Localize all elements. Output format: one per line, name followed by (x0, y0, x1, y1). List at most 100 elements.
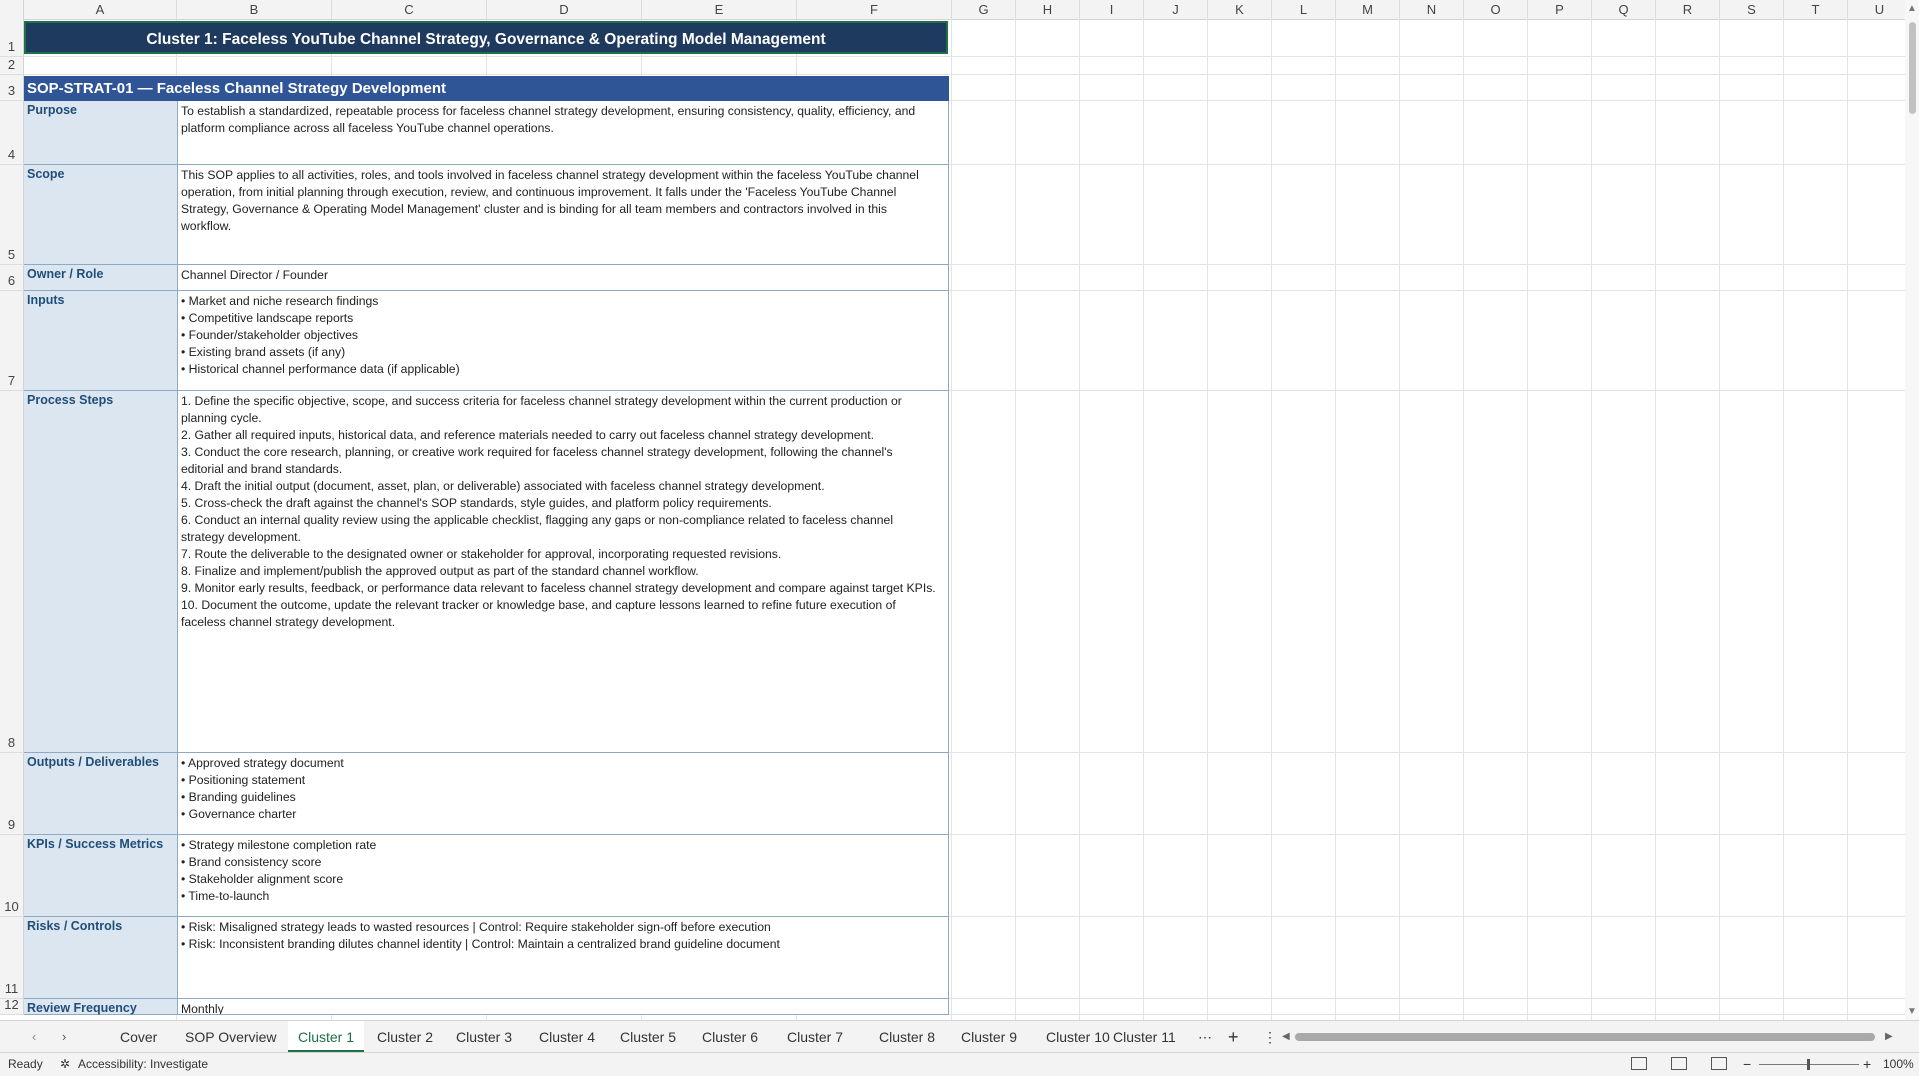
section-label[interactable]: Risks / Controls (24, 917, 178, 999)
row-number: 9 (7, 817, 16, 832)
row-header-9[interactable]: 9 (0, 753, 24, 835)
section-label[interactable]: KPIs / Success Metrics (24, 835, 178, 917)
section-content[interactable]: 1. Define the specific objective, scope,… (178, 391, 949, 753)
scroll-up-icon[interactable]: ▲ (1907, 3, 1917, 14)
section-content-text: • Risk: Misaligned strategy leads to was… (181, 920, 780, 951)
sheet-tab[interactable]: Cluster 9 (951, 1021, 1027, 1053)
column-header-b[interactable]: B (177, 0, 332, 19)
zoom-slider-knob[interactable] (1807, 1059, 1810, 1070)
column-header-a[interactable]: A (24, 0, 177, 19)
column-header-k[interactable]: K (1208, 0, 1272, 19)
column-header-g[interactable]: G (952, 0, 1016, 19)
section-content-text: Channel Director / Founder (181, 268, 328, 282)
section-content[interactable]: • Market and niche research findings • C… (178, 291, 949, 391)
column-header-d[interactable]: D (487, 0, 642, 19)
sheet-tab[interactable]: SOP Overview (175, 1021, 287, 1053)
column-header-f[interactable]: F (797, 0, 952, 19)
column-header-t[interactable]: T (1784, 0, 1848, 19)
row-number: 6 (7, 273, 16, 288)
sheet-tab[interactable]: Cluster 1 (288, 1021, 365, 1053)
normal-view-icon[interactable] (1631, 1057, 1647, 1070)
sheet-tab[interactable]: Cluster 11 (1103, 1021, 1186, 1053)
gridline (1335, 19, 1336, 1020)
next-sheet-icon[interactable]: › (52, 1021, 76, 1053)
gridline (1783, 19, 1784, 1020)
row-number: 11 (4, 981, 19, 996)
sop-header-cell[interactable]: SOP-STRAT-01 — Faceless Channel Strategy… (24, 76, 949, 102)
row-header-11[interactable]: 11 (0, 917, 24, 999)
column-header-j[interactable]: J (1144, 0, 1208, 19)
select-all-corner[interactable] (0, 0, 24, 19)
add-sheet-icon[interactable]: + (1218, 1021, 1249, 1053)
prev-sheet-icon[interactable]: ‹ (22, 1021, 46, 1053)
page-break-view-icon[interactable] (1711, 1057, 1727, 1070)
column-header-c[interactable]: C (332, 0, 487, 19)
section-label[interactable]: Process Steps (24, 391, 178, 753)
row-header-2[interactable]: 2 (0, 57, 24, 75)
section-label[interactable]: Purpose (24, 101, 178, 165)
zoom-level[interactable]: 100% (1883, 1053, 1914, 1076)
column-header-i[interactable]: I (1080, 0, 1144, 19)
gridline (951, 19, 952, 1020)
sheet-tab[interactable]: Cluster 7 (777, 1021, 853, 1053)
scroll-down-icon[interactable]: ▼ (1907, 1006, 1917, 1017)
more-sheets-icon[interactable]: ⋯ (1188, 1021, 1222, 1053)
horizontal-scroll-thumb[interactable] (1295, 1033, 1875, 1041)
row-header-1[interactable]: 1 (0, 19, 24, 57)
gridline (1143, 19, 1144, 1020)
section-content[interactable]: • Risk: Misaligned strategy leads to was… (178, 917, 949, 999)
row-header-8[interactable]: 8 (0, 391, 24, 753)
section-content[interactable]: To establish a standardized, repeatable … (178, 101, 949, 165)
column-header-s[interactable]: S (1720, 0, 1784, 19)
accessibility-icon[interactable]: ✲ (60, 1053, 70, 1076)
column-header-m[interactable]: M (1336, 0, 1400, 19)
column-header-q[interactable]: Q (1592, 0, 1656, 19)
sheet-tabs-bar: ‹ › Cover SOP Overview Cluster 1 Cluster 2C… (0, 1020, 1919, 1053)
zoom-in-icon[interactable]: + (1863, 1053, 1871, 1076)
spreadsheet-grid[interactable]: ABCDEFGHIJKLMNOPQRSTU 1 2 3 4 5 6 7 8 9 10 11 12 Cl… (0, 0, 1919, 1020)
column-header-r[interactable]: R (1656, 0, 1720, 19)
section-label[interactable]: Outputs / Deliverables (24, 753, 178, 835)
scroll-right-icon[interactable]: ▶ (1875, 1021, 1903, 1053)
row-header-7[interactable]: 7 (0, 291, 24, 391)
row-header-3[interactable]: 3 (0, 75, 24, 101)
section-label[interactable]: Inputs (24, 291, 178, 391)
row-header-12[interactable]: 12 (0, 997, 24, 1015)
sheet-tab[interactable]: Cluster 8 (869, 1021, 945, 1053)
sheet-tab[interactable]: Cluster 6 (692, 1021, 768, 1053)
sheet-tab[interactable]: Cluster 5 (610, 1021, 686, 1053)
row-header-10[interactable]: 10 (0, 835, 24, 917)
row-number: 8 (7, 735, 16, 750)
sheet-tab[interactable]: Cluster 3 (446, 1021, 522, 1053)
section-content[interactable]: • Strategy milestone completion rate • B… (178, 835, 949, 917)
title-cell[interactable]: Cluster 1: Faceless YouTube Channel Stra… (24, 21, 948, 54)
zoom-out-icon[interactable]: − (1743, 1053, 1751, 1076)
page-layout-view-icon[interactable] (1671, 1057, 1687, 1070)
column-header-u[interactable]: U (1848, 0, 1912, 19)
column-header-l[interactable]: L (1272, 0, 1336, 19)
sheet-tab[interactable]: Cluster 4 (529, 1021, 605, 1053)
row-header-6[interactable]: 6 (0, 265, 24, 291)
section-label[interactable]: Review Frequency (24, 999, 178, 1015)
accessibility-status[interactable]: Accessibility: Investigate (78, 1053, 208, 1076)
section-content[interactable]: Monthly (178, 999, 949, 1015)
vertical-scroll-thumb[interactable] (1909, 22, 1916, 114)
section-content[interactable]: This SOP applies to all activities, role… (178, 165, 949, 265)
section-content[interactable]: Channel Director / Founder (178, 265, 949, 291)
section-content[interactable]: • Approved strategy document • Positioni… (178, 753, 949, 835)
horizontal-scrollbar[interactable] (1295, 1033, 1875, 1041)
sheet-tab[interactable]: Cover (110, 1021, 167, 1053)
column-header-e[interactable]: E (642, 0, 797, 19)
section-content-text: • Strategy milestone completion rate • B… (181, 838, 377, 903)
column-header-o[interactable]: O (1464, 0, 1528, 19)
section-label[interactable]: Owner / Role (24, 265, 178, 291)
column-header-n[interactable]: N (1400, 0, 1464, 19)
cell-area[interactable]: Cluster 1: Faceless YouTube Channel Stra… (24, 19, 1919, 1020)
row-header-5[interactable]: 5 (0, 165, 24, 265)
row-header-4[interactable]: 4 (0, 101, 24, 165)
vertical-scrollbar[interactable]: ▲ ▼ (1905, 0, 1919, 1020)
sheet-tab[interactable]: Cluster 2 (367, 1021, 443, 1053)
column-header-h[interactable]: H (1016, 0, 1080, 19)
column-header-p[interactable]: P (1528, 0, 1592, 19)
section-label[interactable]: Scope (24, 165, 178, 265)
